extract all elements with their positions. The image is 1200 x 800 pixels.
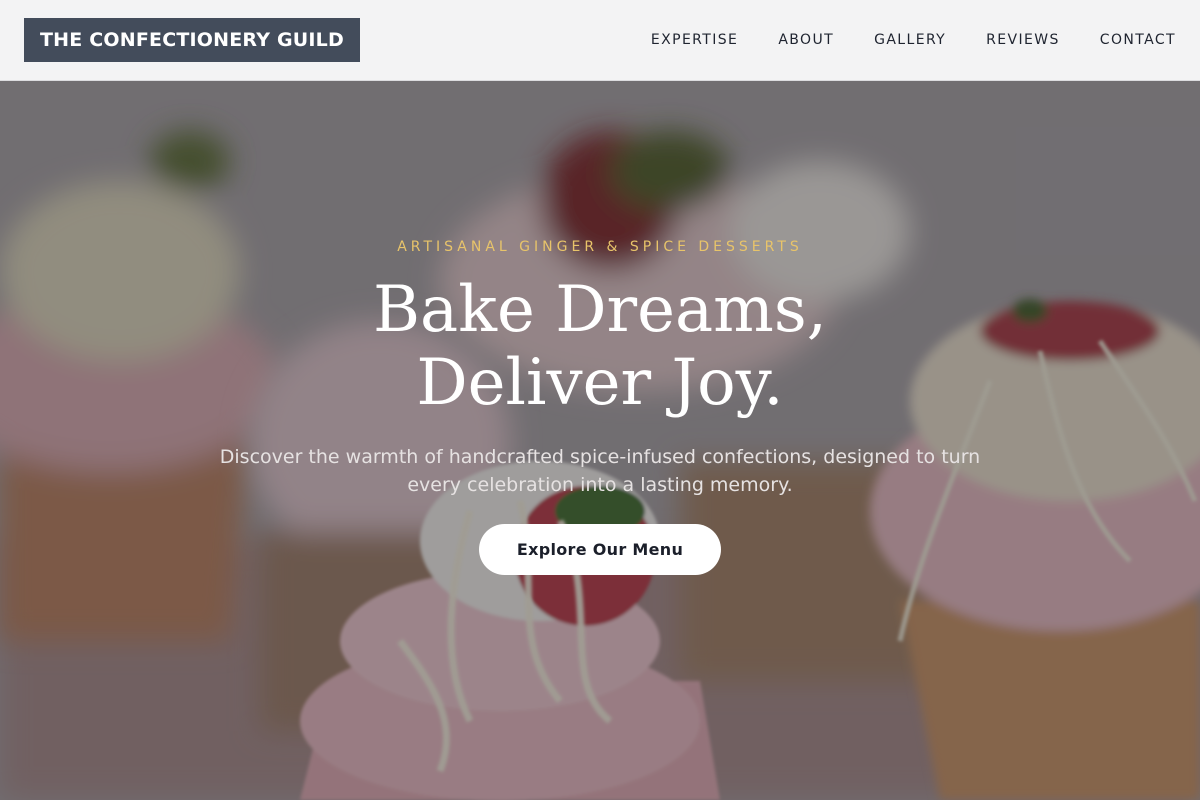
hero-headline-line1: Bake Dreams, (373, 273, 827, 347)
hero-eyebrow: ARTISANAL GINGER & SPICE DESSERTS (397, 239, 803, 255)
nav-about[interactable]: ABOUT (778, 32, 834, 48)
brand-logo[interactable]: THE CONFECTIONERY GUILD (24, 18, 360, 62)
hero-headline-line2: Deliver Joy. (416, 346, 784, 420)
nav-gallery[interactable]: GALLERY (874, 32, 946, 48)
site-header: THE CONFECTIONERY GUILD EXPERTISE ABOUT … (0, 0, 1200, 81)
main-nav: EXPERTISE ABOUT GALLERY REVIEWS CONTACT (651, 32, 1176, 48)
hero-headline: Bake Dreams, Deliver Joy. (0, 274, 1200, 420)
nav-contact[interactable]: CONTACT (1100, 32, 1176, 48)
nav-expertise[interactable]: EXPERTISE (651, 32, 738, 48)
hero-content: ARTISANAL GINGER & SPICE DESSERTS Bake D… (0, 81, 1200, 800)
hero-subtitle: Discover the warmth of handcrafted spice… (219, 446, 981, 496)
explore-menu-button[interactable]: Explore Our Menu (479, 524, 721, 575)
hero-section: ARTISANAL GINGER & SPICE DESSERTS Bake D… (0, 81, 1200, 800)
nav-reviews[interactable]: REVIEWS (986, 32, 1060, 48)
